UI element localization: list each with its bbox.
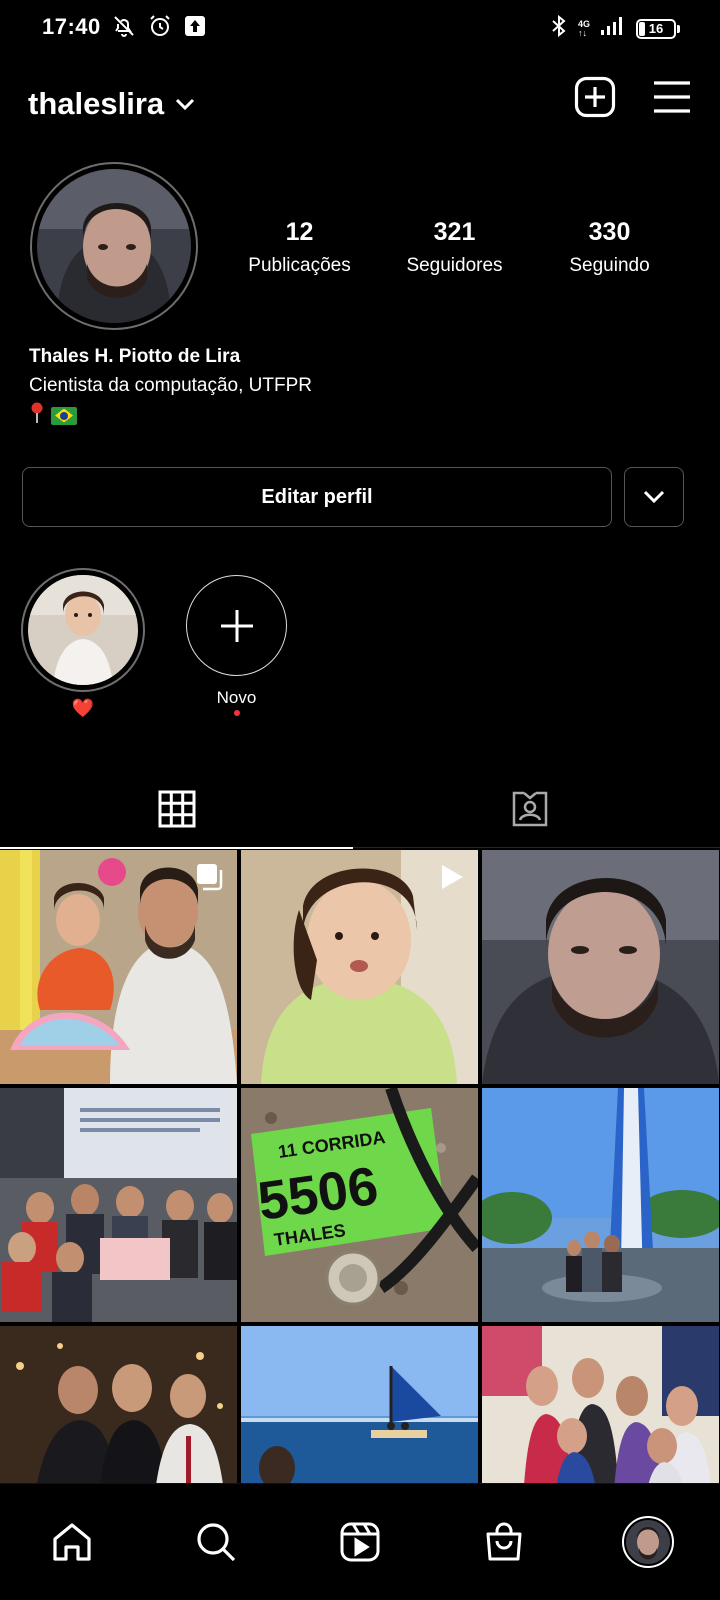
stat-posts-count: 12 (285, 218, 314, 246)
stat-posts[interactable]: 12 Publicações (222, 218, 377, 277)
stat-following-label: Seguindo (569, 255, 650, 276)
bio-text: Cientista da computação, UTFPR (29, 375, 313, 396)
post-thumbnail[interactable] (0, 1088, 237, 1322)
stat-followers[interactable]: 321 Seguidores (377, 218, 532, 277)
new-highlight-label: Novo (216, 688, 257, 707)
plus-icon (220, 609, 253, 642)
pin-icon (29, 402, 45, 429)
grid-icon (158, 790, 195, 828)
menu-icon[interactable] (652, 79, 692, 120)
nav-search[interactable] (176, 1502, 256, 1582)
reels-icon (340, 1522, 380, 1562)
nav-profile[interactable] (608, 1502, 688, 1582)
new-post-icon[interactable] (574, 76, 616, 123)
stat-following[interactable]: 330 Seguindo (532, 218, 687, 277)
notification-dot (233, 710, 240, 716)
discover-people-button[interactable] (624, 467, 684, 527)
nav-reels[interactable] (320, 1502, 400, 1582)
data-arrows-icon: ↑↓ (577, 27, 587, 38)
post-thumbnail[interactable]: 11 CORRIDA 5506 THALES (241, 1088, 478, 1322)
network-label: 4G ↑↓ (577, 19, 590, 38)
bottom-navigation (0, 1483, 720, 1600)
chevron-down-icon (176, 98, 195, 111)
edit-profile-button[interactable]: Editar perfil (22, 467, 612, 527)
status-time: 17:40 (42, 14, 101, 39)
highlight-label: ❤️ (71, 698, 95, 718)
post-thumbnail[interactable] (482, 850, 719, 1084)
post-thumbnail[interactable] (0, 850, 237, 1084)
profile-avatar (622, 1516, 674, 1568)
profile-photo (37, 169, 191, 323)
new-highlight-button[interactable]: Novo (186, 575, 287, 716)
profile-stats: 12 Publicações 321 Seguidores 330 Seguin… (222, 218, 702, 277)
status-bar: 17:40 4G ↑↓ 16 (0, 0, 720, 56)
bio-emojis (29, 402, 312, 429)
status-left-icons (112, 14, 206, 43)
full-name: Thales H. Piotto de Lira (29, 346, 241, 367)
stat-following-count: 330 (588, 218, 631, 246)
profile-tabs (0, 770, 720, 849)
header-actions (574, 76, 692, 123)
profile-avatar[interactable] (30, 162, 198, 330)
battery-text: 16 (648, 21, 664, 36)
highlight-cover (28, 575, 138, 685)
stat-followers-label: Seguidores (406, 255, 503, 276)
alarm-icon (148, 14, 172, 43)
post-thumbnail[interactable] (241, 850, 478, 1084)
posts-grid: 11 CORRIDA 5506 THALES (0, 850, 720, 1560)
highlight-item[interactable]: ❤️ (21, 568, 145, 719)
nav-home[interactable] (32, 1502, 112, 1582)
brazil-flag-icon (51, 406, 77, 425)
search-icon (197, 1523, 236, 1562)
shop-icon (486, 1522, 522, 1561)
tab-active-indicator (0, 847, 353, 849)
bio: Thales H. Piotto de Lira Cientista da co… (29, 346, 312, 429)
nav-shop[interactable] (464, 1502, 544, 1582)
status-right: 4G ↑↓ 16 (550, 14, 680, 43)
stat-posts-label: Publicações (248, 255, 351, 276)
bluetooth-icon (550, 14, 568, 43)
carousel-icon (195, 862, 225, 897)
bell-off-icon (112, 14, 136, 43)
username: thaleslira (28, 86, 165, 121)
upload-icon (184, 15, 206, 42)
stat-followers-count: 321 (433, 218, 476, 246)
tagged-icon (512, 791, 547, 827)
profile-header: thaleslira (0, 70, 720, 136)
home-icon (53, 1523, 91, 1561)
chevron-down-icon (643, 490, 665, 504)
post-thumbnail[interactable] (482, 1088, 719, 1322)
signal-icon (600, 15, 626, 42)
account-switcher[interactable]: thaleslira (28, 86, 196, 122)
tab-tagged[interactable] (353, 770, 706, 848)
battery-icon: 16 (636, 18, 680, 39)
tab-posts-grid[interactable] (0, 770, 353, 849)
video-icon (436, 862, 466, 897)
